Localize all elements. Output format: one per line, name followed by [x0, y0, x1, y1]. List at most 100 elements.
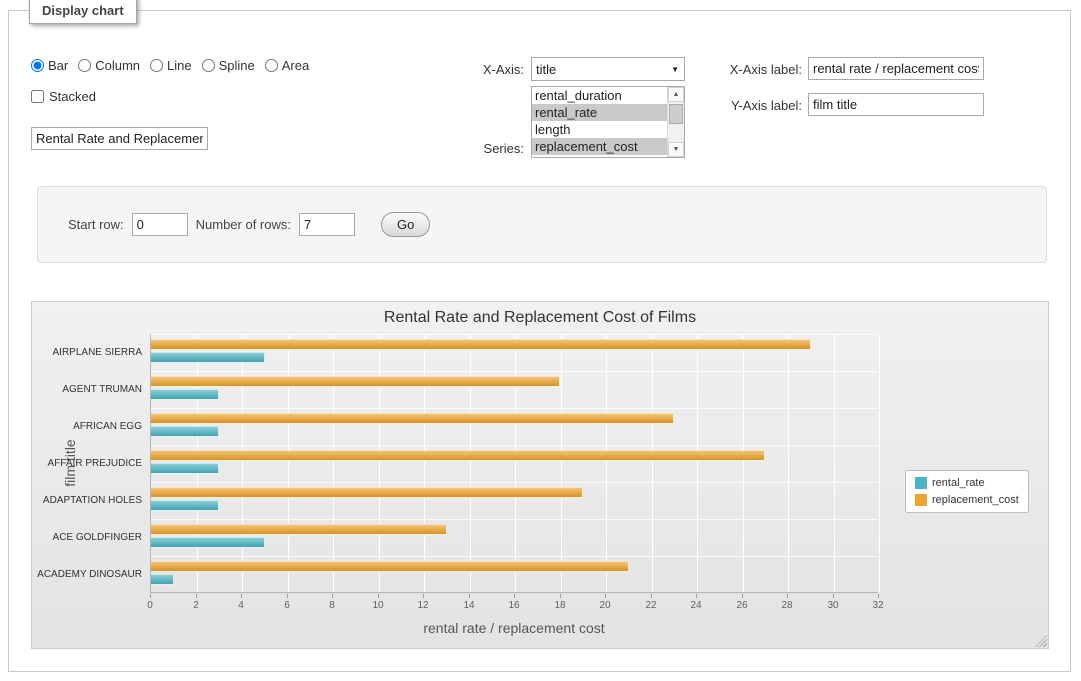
chart-legend: rental_rate replacement_cost: [905, 470, 1029, 513]
chart-type-spline[interactable]: Spline: [202, 58, 255, 73]
bar-rental_rate: [151, 463, 219, 474]
x-tick-mark: [423, 594, 424, 598]
x-tick-label: 24: [681, 600, 711, 611]
x-axis-label-caption: X-Axis label:: [664, 62, 802, 77]
x-gridline: [652, 334, 653, 592]
x-tick-mark: [378, 594, 379, 598]
x-tick-mark: [833, 594, 834, 598]
x-tick-label: 26: [727, 600, 757, 611]
x-gridline: [606, 334, 607, 592]
legend-item-rental_rate[interactable]: rental_rate: [915, 477, 1019, 489]
chart-type-radio-bar[interactable]: [31, 59, 44, 72]
category-label: AFRICAN EGG: [37, 421, 142, 432]
series-listbox-options: rental_durationrental_ratelengthreplacem…: [532, 87, 667, 157]
x-tick-mark: [651, 594, 652, 598]
legend-label: rental_rate: [932, 477, 985, 489]
chart-type-radio-spline[interactable]: [202, 59, 215, 72]
x-tick-label: 32: [863, 600, 893, 611]
x-tick-label: 14: [454, 600, 484, 611]
series-option-rental_duration[interactable]: rental_duration: [532, 87, 667, 104]
bar-rental_rate: [151, 574, 174, 585]
y-gridline: [151, 334, 878, 335]
chart-type-line[interactable]: Line: [150, 58, 192, 73]
chart-type-options: Bar Column Line Spline Area: [31, 58, 319, 73]
x-gridline: [697, 334, 698, 592]
x-gridline: [743, 334, 744, 592]
chart-title-input[interactable]: [31, 127, 208, 150]
x-gridline: [515, 334, 516, 592]
x-tick-label: 8: [317, 600, 347, 611]
chart-panel: Rental Rate and Replacement Cost of Film…: [31, 301, 1049, 649]
y-gridline: [151, 408, 878, 409]
x-tick-mark: [787, 594, 788, 598]
x-gridline: [788, 334, 789, 592]
chart-type-label: Spline: [219, 58, 255, 73]
chart-title: Rental Rate and Replacement Cost of Film…: [32, 309, 1048, 327]
y-gridline: [151, 371, 878, 372]
bar-replacement_cost: [151, 339, 811, 350]
chart-type-radio-column[interactable]: [78, 59, 91, 72]
x-tick-mark: [196, 594, 197, 598]
display-chart-fieldset: Display chart BarColumnLineSplineArea St…: [8, 10, 1071, 672]
x-tick-label: 18: [545, 600, 575, 611]
x-tick-label: 30: [818, 600, 848, 611]
bar-rental_rate: [151, 537, 265, 548]
series-option-replacement_cost[interactable]: replacement_cost: [532, 138, 667, 155]
x-gridline: [879, 334, 880, 592]
stacked-label: Stacked: [49, 89, 96, 104]
x-tick-label: 22: [636, 600, 666, 611]
series-option-length[interactable]: length: [532, 121, 667, 138]
x-axis-select[interactable]: title: [531, 57, 685, 81]
scroll-down-icon[interactable]: ▼: [668, 142, 684, 157]
start-row-label: Start row:: [68, 217, 124, 232]
y-gridline: [151, 519, 878, 520]
rows-panel: Start row: Number of rows: Go: [37, 186, 1047, 263]
x-gridline: [561, 334, 562, 592]
x-gridline: [288, 334, 289, 592]
x-gridline: [834, 334, 835, 592]
x-tick-mark: [287, 594, 288, 598]
chart-type-column[interactable]: Column: [78, 58, 140, 73]
go-button[interactable]: Go: [381, 212, 430, 237]
x-tick-label: 0: [135, 600, 165, 611]
x-gridline: [242, 334, 243, 592]
num-rows-input[interactable]: [299, 213, 355, 236]
series-caption: Series:: [389, 141, 524, 156]
x-tick-label: 16: [499, 600, 529, 611]
page: Display chart Bar Column Line Spline Area St…: [0, 0, 1081, 681]
stacked-checkbox[interactable]: [31, 90, 44, 103]
category-label: ADAPTATION HOLES: [37, 495, 142, 506]
x-tick-label: 10: [363, 600, 393, 611]
x-axis-label-input[interactable]: [808, 57, 984, 80]
chart-type-radio-area[interactable]: [265, 59, 278, 72]
bar-replacement_cost: [151, 413, 674, 424]
chart-type-area[interactable]: Area: [265, 58, 309, 73]
bar-replacement_cost: [151, 450, 765, 461]
fieldset-legend: Display chart: [29, 0, 137, 24]
x-tick-mark: [241, 594, 242, 598]
x-gridline: [424, 334, 425, 592]
bar-rental_rate: [151, 352, 265, 363]
category-label: AFFAIR PREJUDICE: [37, 458, 142, 469]
x-tick-label: 20: [590, 600, 620, 611]
x-gridline: [333, 334, 334, 592]
legend-item-replacement_cost[interactable]: replacement_cost: [915, 494, 1019, 506]
x-tick-label: 12: [408, 600, 438, 611]
y-axis-label-input[interactable]: [808, 93, 984, 116]
x-tick-label: 2: [181, 600, 211, 611]
y-gridline: [151, 445, 878, 446]
num-rows-label: Number of rows:: [196, 217, 291, 232]
start-row-input[interactable]: [132, 213, 188, 236]
x-tick-mark: [150, 594, 151, 598]
bar-replacement_cost: [151, 524, 447, 535]
chart-type-label: Line: [167, 58, 192, 73]
stacked-option[interactable]: Stacked: [31, 89, 96, 104]
bar-replacement_cost: [151, 376, 560, 387]
chart-type-radio-line[interactable]: [150, 59, 163, 72]
series-option-rental_rate[interactable]: rental_rate: [532, 104, 667, 121]
chart-type-bar[interactable]: Bar: [31, 58, 68, 73]
resize-handle-icon[interactable]: [1035, 635, 1047, 647]
x-tick-mark: [878, 594, 879, 598]
x-tick-label: 4: [226, 600, 256, 611]
x-tick-mark: [332, 594, 333, 598]
